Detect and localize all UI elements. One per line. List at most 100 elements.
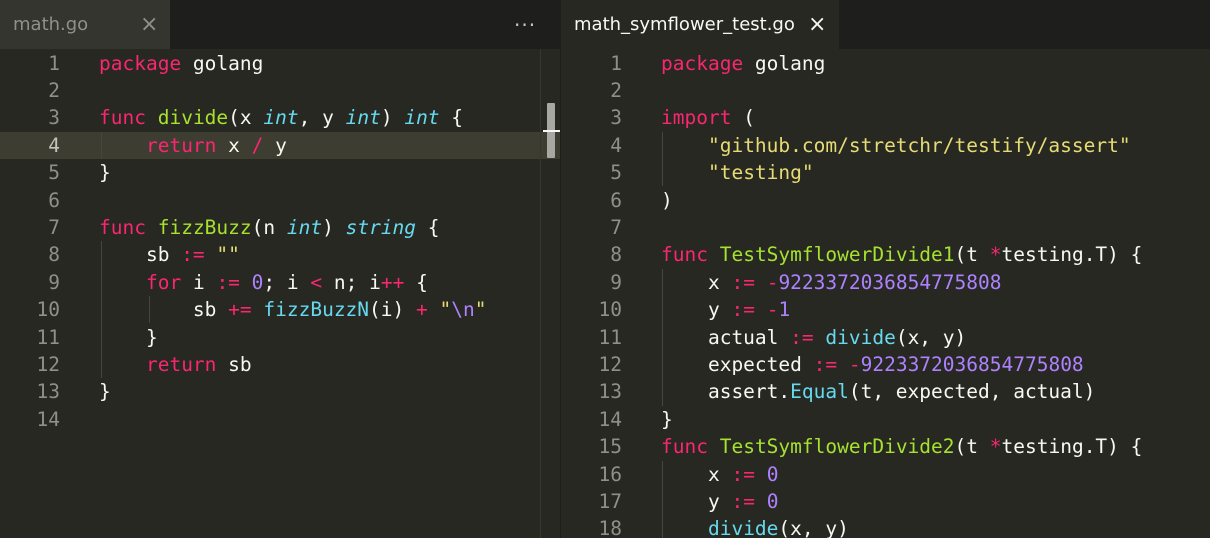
indent-guide [101,241,102,379]
line-code: func TestSymflowerDivide2(t *testing.T) … [661,433,1142,460]
line-code: "github.com/stretchr/testify/assert" [661,132,1131,159]
code-token: x [661,462,732,486]
code-token: 9223372036854775808 [860,352,1084,376]
code-line[interactable]: 3 func divide(x int, y int) int { [0,104,560,131]
code-line[interactable]: 1 package golang [561,50,1210,77]
code-token: ) [322,215,346,239]
code-line[interactable]: 18 divide(x, y) [561,515,1210,538]
indent-guide [149,296,150,324]
code-line[interactable]: 11 } [0,324,560,351]
code-token: x [661,270,732,294]
code-line[interactable]: 8 sb := "" [0,241,560,268]
code-line[interactable]: 7 [561,214,1210,241]
code-line[interactable]: 2 [0,77,560,104]
line-code: } [661,406,673,433]
code-token: divide [825,325,896,349]
tab-math-go[interactable]: math.go × [0,0,170,49]
scrollbar-cursor-marker [543,130,560,132]
line-code: package golang [99,50,263,77]
code-line[interactable]: 8 func TestSymflowerDivide1(t *testing.T)… [561,241,1210,268]
line-code: return sb [99,351,252,378]
code-line[interactable]: 12 return sb [0,351,560,378]
close-icon[interactable]: × [808,0,826,49]
code-line[interactable]: 16 x := 0 [561,461,1210,488]
code-line[interactable]: 14} [561,406,1210,433]
code-token: (t [954,435,990,459]
line-code: package golang [661,50,825,77]
code-token: (n [251,215,287,239]
code-line[interactable]: 13} [0,378,560,405]
line-code: for i := 0; i < n; i++ { [99,269,428,296]
line-number: 14 [598,407,622,431]
code-token: string [345,215,417,239]
code-line[interactable]: 7 func fizzBuzz(n int) string { [0,214,560,241]
code-token: 0 [251,270,264,294]
minimap-divider [540,49,541,538]
code-line[interactable]: 9 x := -9223372036854775808 [561,269,1210,296]
code-line[interactable]: 4 "github.com/stretchr/testify/assert" [561,132,1210,159]
code-token: ; i [263,270,311,294]
code-token: golang [743,51,826,75]
tab-label: math.go [13,14,89,35]
code-token: (x [228,106,264,130]
code-line[interactable]: 15 func TestSymflowerDivide2(t *testing.T… [561,433,1210,460]
code-line[interactable]: 1 package golang [0,50,560,77]
code-token: fizzBuzz [157,215,252,239]
code-token: - [766,270,779,294]
code-token: 0 [766,462,779,486]
code-token: < [310,270,323,294]
code-token: expected [661,352,814,376]
code-line[interactable]: 14 [0,406,560,433]
code-token: * [989,435,1002,459]
code-token: := [731,298,755,322]
line-code: return x / y [99,132,287,159]
line-code: import ( [661,104,755,131]
code-line[interactable]: 13 assert.Equal(t, expected, actual) [561,378,1210,405]
line-number: 9 [48,270,60,294]
code-line[interactable]: 12 expected := -9223372036854775808 [561,351,1210,378]
line-code: x := 0 [661,461,778,488]
more-actions-icon[interactable]: ··· [514,0,536,49]
code-token: (x, y) [778,517,849,538]
code-token: ++ [380,270,405,294]
code-line[interactable]: 3 import ( [561,104,1210,131]
code-line[interactable]: 6 [0,187,560,214]
code-editor-left[interactable]: 1 package golang 2 3 func divide(x int, y in… [0,49,560,538]
line-number: 3 [48,106,60,130]
line-code: x := -9223372036854775808 [661,269,1002,296]
code-line[interactable]: 5} [0,159,560,186]
code-line[interactable]: 10 sb += fizzBuzzN(i) + "\n" [0,296,560,323]
line-number: 11 [36,325,60,349]
code-line[interactable]: 10 y := -1 [561,296,1210,323]
close-icon[interactable]: × [140,0,158,49]
code-token: TestSymflowerDivide2 [719,435,955,459]
tab-math-symflower-test-go[interactable]: math_symflower_test.go × [561,0,839,49]
tab-bar-left: math.go × ··· [0,0,560,49]
line-number: 2 [48,78,60,102]
line-number: 17 [598,489,622,513]
code-token: - [766,298,779,322]
line-code: divide(x, y) [661,515,849,538]
code-token: int [404,106,440,130]
code-line[interactable]: 2 [561,77,1210,104]
code-editor-right[interactable]: 1 package golang 2 3 import (4 "github.com/s… [561,49,1210,538]
code-token: - [848,352,861,376]
line-code: ) [661,187,673,214]
line-code: func TestSymflowerDivide1(t *testing.T) … [661,241,1142,268]
line-number: 14 [36,407,60,431]
line-number: 5 [610,161,622,185]
code-token: 0 [766,489,779,513]
code-token: " [439,298,452,322]
code-line[interactable]: 5 "testing" [561,159,1210,186]
line-number: 9 [610,270,622,294]
code-line[interactable]: 4 return x / y [0,131,560,160]
code-line[interactable]: 17 y := 0 [561,488,1210,515]
code-line[interactable]: 11 actual := divide(x, y) [561,324,1210,351]
code-line[interactable]: 9 for i := 0; i < n; i++ { [0,269,560,296]
tab-bar-right: math_symflower_test.go × [561,0,1210,49]
code-line[interactable]: 6) [561,187,1210,214]
